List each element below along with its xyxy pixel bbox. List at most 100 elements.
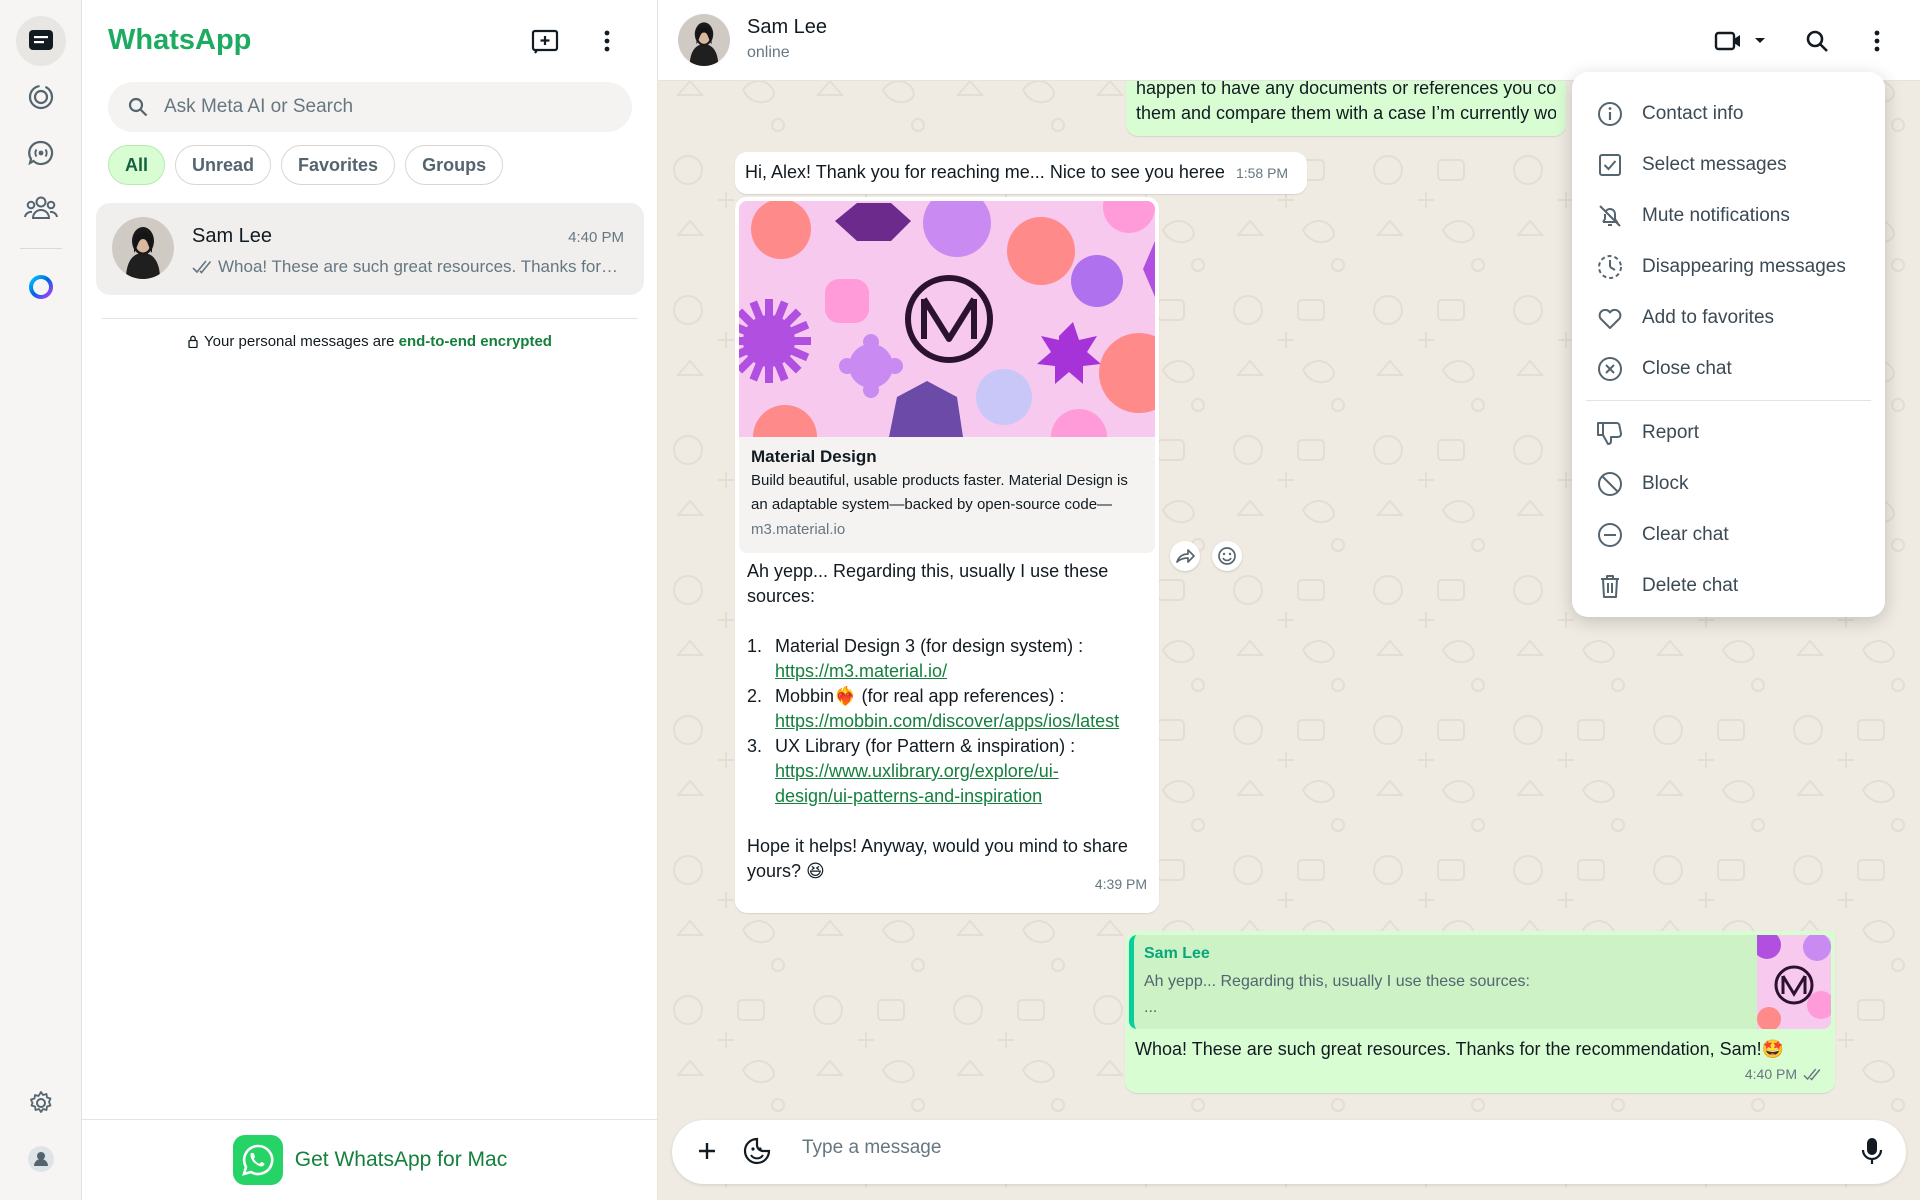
heart-icon — [1598, 308, 1622, 329]
close-circle-icon — [1598, 356, 1622, 381]
message-incoming-link[interactable]: Material Design Build beautiful, usable … — [735, 197, 1159, 913]
settings-nav-button[interactable] — [16, 1078, 66, 1128]
link-preview-title: Material Design — [751, 447, 877, 466]
emoji-icon — [1218, 547, 1236, 565]
contact-name: Sam Lee — [747, 16, 828, 38]
double-check-icon — [192, 260, 212, 274]
new-chat-icon — [531, 29, 559, 54]
message-text: them and compare them with a case I’m cu… — [1136, 103, 1556, 123]
menu-block[interactable]: Block — [1572, 458, 1885, 509]
encryption-link[interactable]: end-to-end encrypted — [399, 333, 552, 350]
meta-ai-nav-button[interactable] — [16, 262, 66, 312]
link-preview-card[interactable]: Material Design Build beautiful, usable … — [739, 201, 1155, 553]
contact-status: online — [747, 44, 790, 61]
timer-icon — [1598, 254, 1622, 279]
message-composer — [672, 1120, 1906, 1184]
list-divider — [102, 318, 638, 319]
chat-preview-text: Whoa! These are such great resources. Th… — [218, 257, 622, 276]
filter-favorites[interactable]: Favorites — [281, 145, 396, 185]
chat-name: Sam Lee — [192, 225, 273, 247]
checkbox-icon — [1599, 153, 1621, 176]
source-link[interactable]: https://www.uxlibrary.org/explore/ui- — [775, 759, 1075, 784]
menu-mute-notifications[interactable]: Mute notifications — [1572, 190, 1885, 241]
conversation-menu-button[interactable] — [1858, 22, 1896, 60]
heart-fire-emoji: ❤️‍🔥 — [834, 686, 857, 706]
meta-ai-icon — [29, 275, 53, 299]
message-time: 4:40 PM — [1744, 1066, 1797, 1082]
search-input[interactable] — [164, 96, 604, 118]
menu-add-to-favorites[interactable]: Add to favorites — [1572, 292, 1885, 343]
source-link[interactable]: design/ui-patterns-and-inspiration — [775, 784, 1075, 809]
chat-preview: Whoa! These are such great resources. Th… — [192, 257, 622, 277]
message-input[interactable] — [802, 1137, 1782, 1159]
menu-contact-info[interactable]: Contact info — [1572, 88, 1885, 139]
filter-chips: All Unread Favorites Groups — [108, 145, 504, 185]
gear-icon — [30, 1091, 52, 1113]
encryption-text: Your personal messages are — [204, 333, 399, 350]
message-text: Ah yepp... Regarding this, usually I use… — [747, 561, 1109, 606]
whatsapp-logo-icon — [232, 1135, 283, 1185]
react-button[interactable] — [1212, 541, 1242, 571]
message-outgoing-reply[interactable]: Sam Lee Ah yepp... Regarding this, usual… — [1125, 931, 1835, 1093]
filter-groups[interactable]: Groups — [405, 145, 504, 185]
search-bar[interactable] — [108, 82, 632, 132]
quoted-message[interactable]: Sam Lee Ah yepp... Regarding this, usual… — [1129, 935, 1831, 1029]
bell-off-icon — [1599, 204, 1621, 227]
list-menu-button[interactable] — [588, 22, 626, 60]
search-messages-button[interactable] — [1798, 22, 1836, 60]
profile-nav-button[interactable] — [16, 1134, 66, 1184]
microphone-icon[interactable] — [1860, 1136, 1884, 1166]
double-check-icon — [1803, 1068, 1821, 1081]
search-icon — [1806, 30, 1828, 52]
video-call-button[interactable] — [1710, 22, 1770, 60]
list-item: 1. Material Design 3 (for design system) … — [747, 634, 1147, 684]
chat-time: 4:40 PM — [568, 229, 624, 246]
menu-clear-chat[interactable]: Clear chat — [1572, 509, 1885, 560]
menu-report[interactable]: Report — [1572, 407, 1885, 458]
chat-list-panel: WhatsApp All Unread Favorites Groups Sam… — [82, 0, 658, 1200]
message-incoming[interactable]: Hi, Alex! Thank you for reaching me... N… — [735, 152, 1307, 194]
message-text: Hi, Alex! Thank you for reaching me... N… — [745, 162, 1225, 182]
communities-nav-button[interactable] — [16, 183, 66, 233]
filter-unread[interactable]: Unread — [175, 145, 272, 185]
menu-close-chat[interactable]: Close chat — [1572, 343, 1885, 394]
status-nav-button[interactable] — [16, 72, 66, 122]
quoted-thumbnail — [1757, 935, 1831, 1029]
search-icon — [128, 97, 148, 117]
menu-delete-chat[interactable]: Delete chat — [1572, 560, 1885, 611]
quoted-text: Ah yepp... Regarding this, usually I use… — [1144, 973, 1530, 990]
chat-list-item[interactable]: Sam Lee 4:40 PM Whoa! These are such gre… — [96, 203, 644, 295]
channels-nav-button[interactable] — [16, 128, 66, 178]
conversation-header[interactable]: Sam Lee online — [658, 0, 1920, 81]
message-hover-actions — [1170, 541, 1242, 571]
filter-all[interactable]: All — [108, 145, 166, 185]
block-icon — [1598, 471, 1622, 496]
list-item: 2. Mobbin❤️‍🔥 (for real app references) :… — [747, 684, 1147, 734]
chats-nav-button[interactable] — [16, 16, 66, 66]
menu-disappearing-messages[interactable]: Disappearing messages — [1572, 241, 1885, 292]
encryption-notice: Your personal messages are end-to-end en… — [82, 333, 658, 350]
attach-plus-icon[interactable] — [692, 1136, 722, 1166]
laughing-emoji: 😆 — [806, 861, 825, 881]
sticker-icon[interactable] — [742, 1136, 772, 1166]
menu-select-messages[interactable]: Select messages — [1572, 139, 1885, 190]
chats-icon — [29, 30, 53, 50]
nav-rail — [0, 0, 82, 1200]
forward-icon — [1176, 549, 1195, 563]
get-mac-banner[interactable]: Get WhatsApp for Mac — [82, 1119, 658, 1200]
source-link[interactable]: https://mobbin.com/discover/apps/ios/lat… — [775, 709, 1119, 734]
conversation-dropdown-menu: Contact info Select messages Mute notifi… — [1572, 72, 1885, 617]
list-item: 3. UX Library (for Pattern & inspiration)… — [747, 734, 1147, 809]
menu-divider — [1586, 400, 1871, 401]
minus-circle-icon — [1598, 522, 1622, 547]
forward-button[interactable] — [1170, 541, 1200, 571]
material-design-thumbnail — [739, 201, 1155, 437]
source-link[interactable]: https://m3.material.io/ — [775, 659, 1083, 684]
contact-avatar[interactable] — [678, 14, 730, 66]
lock-icon — [188, 335, 198, 348]
new-chat-button[interactable] — [526, 22, 564, 60]
kebab-menu-icon — [1874, 30, 1880, 52]
app-title: WhatsApp — [108, 24, 252, 56]
video-camera-icon — [1714, 31, 1740, 51]
link-preview-description: Build beautiful, usable products faster.… — [751, 472, 1128, 513]
